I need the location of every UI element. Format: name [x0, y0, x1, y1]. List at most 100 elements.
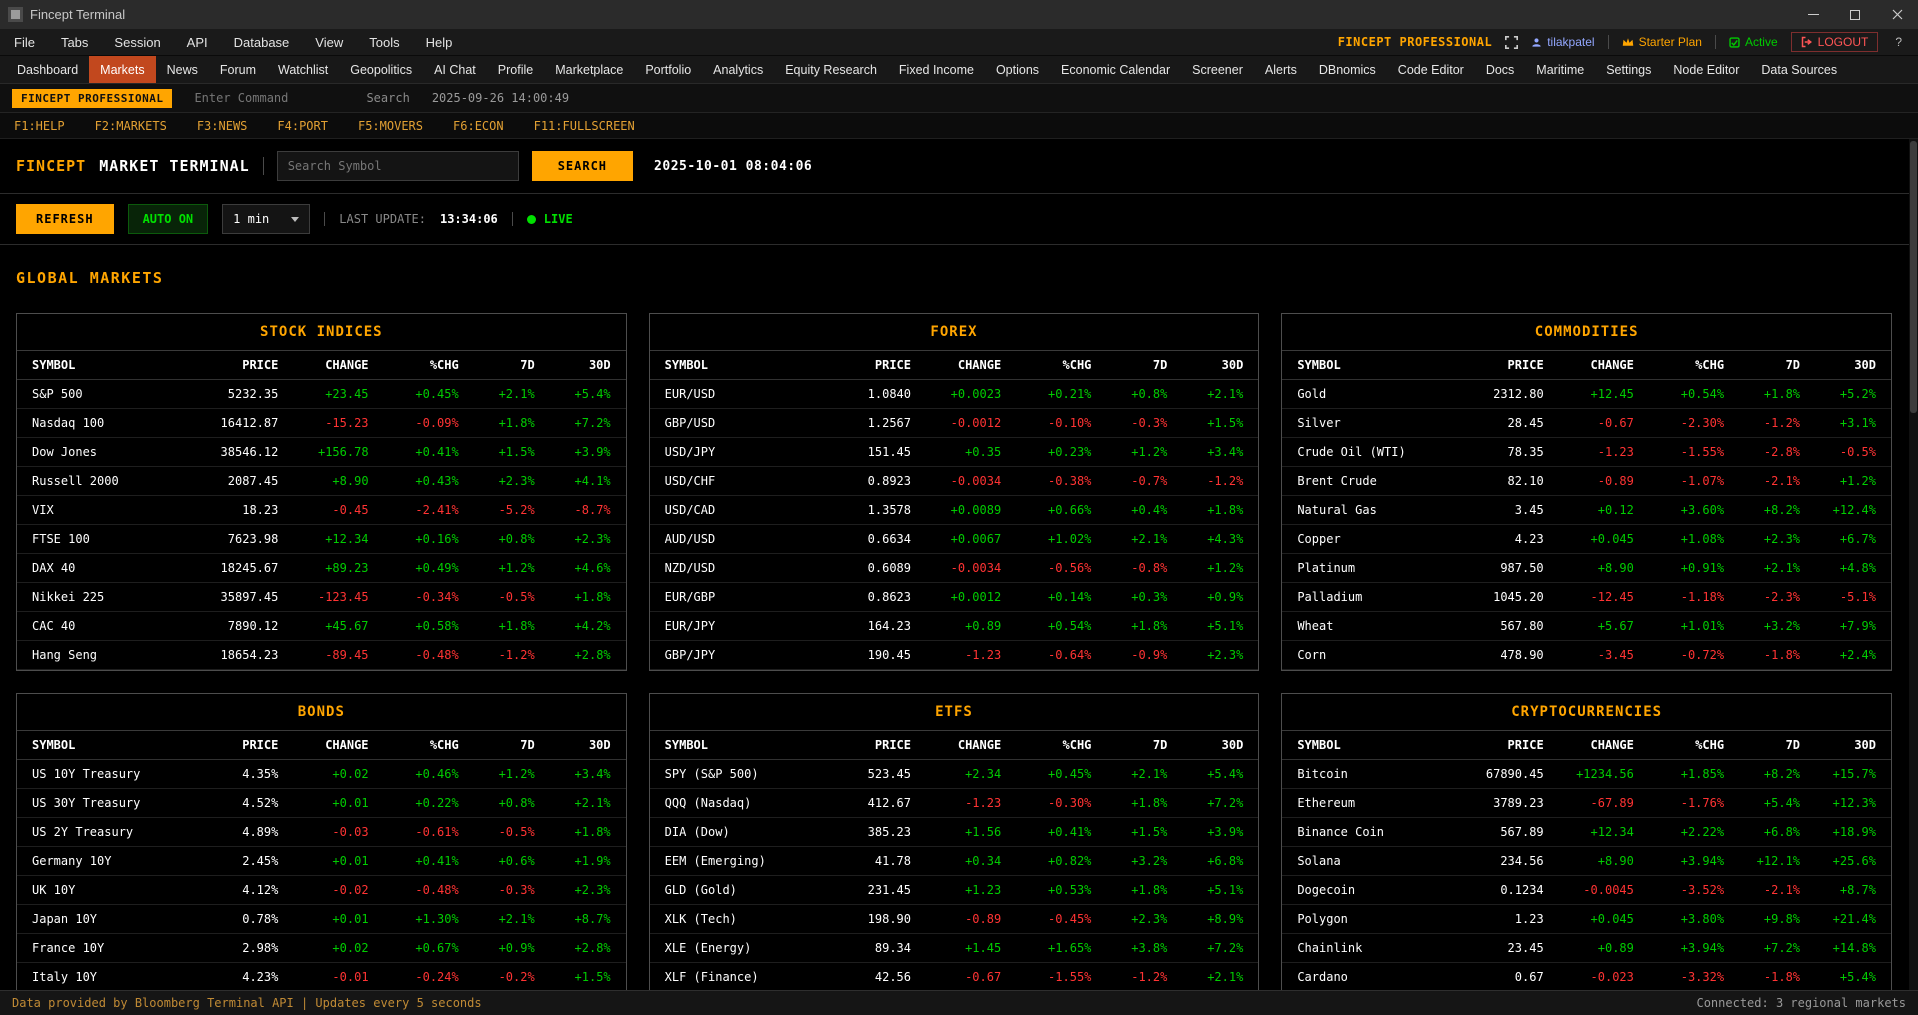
table-row[interactable]: Wheat567.80+5.67+1.01%+3.2%+7.9%: [1282, 612, 1891, 641]
table-row[interactable]: Chainlink23.45+0.89+3.94%+7.2%+14.8%: [1282, 934, 1891, 963]
table-row[interactable]: DAX 4018245.67+89.23+0.49%+1.2%+4.6%: [17, 554, 626, 583]
table-row[interactable]: Gold2312.80+12.45+0.54%+1.8%+5.2%: [1282, 380, 1891, 409]
table-row[interactable]: XLE (Energy)89.34+1.45+1.65%+3.8%+7.2%: [650, 934, 1259, 963]
table-row[interactable]: FTSE 1007623.98+12.34+0.16%+0.8%+2.3%: [17, 525, 626, 554]
table-row[interactable]: XLF (Finance)42.56-0.67-1.55%-1.2%+2.1%: [650, 963, 1259, 990]
table-row[interactable]: Bitcoin67890.45+1234.56+1.85%+8.2%+15.7%: [1282, 760, 1891, 789]
table-row[interactable]: QQQ (Nasdaq)412.67-1.23-0.30%+1.8%+7.2%: [650, 789, 1259, 818]
tab-screener[interactable]: Screener: [1181, 56, 1254, 83]
tab-docs[interactable]: Docs: [1475, 56, 1525, 83]
tab-marketplace[interactable]: Marketplace: [544, 56, 634, 83]
tab-data-sources[interactable]: Data Sources: [1750, 56, 1848, 83]
function-key-f1[interactable]: F1:HELP: [14, 119, 65, 133]
table-row[interactable]: Hang Seng18654.23-89.45-0.48%-1.2%+2.8%: [17, 641, 626, 670]
table-row[interactable]: Binance Coin567.89+12.34+2.22%+6.8%+18.9…: [1282, 818, 1891, 847]
interval-select[interactable]: 1 min: [222, 204, 310, 234]
menu-session[interactable]: Session: [101, 29, 173, 56]
logout-button[interactable]: LOGOUT: [1791, 32, 1879, 52]
tab-profile[interactable]: Profile: [487, 56, 544, 83]
help-icon[interactable]: ?: [1891, 35, 1906, 49]
table-row[interactable]: Dow Jones38546.12+156.78+0.41%+1.5%+3.9%: [17, 438, 626, 467]
tab-analytics[interactable]: Analytics: [702, 56, 774, 83]
table-row[interactable]: Brent Crude82.10-0.89-1.07%-2.1%+1.2%: [1282, 467, 1891, 496]
table-row[interactable]: EEM (Emerging)41.78+0.34+0.82%+3.2%+6.8%: [650, 847, 1259, 876]
table-row[interactable]: US 10Y Treasury4.35%+0.02+0.46%+1.2%+3.4…: [17, 760, 626, 789]
tab-watchlist[interactable]: Watchlist: [267, 56, 339, 83]
maximize-icon[interactable]: [1834, 0, 1876, 29]
table-row[interactable]: NZD/USD0.6089-0.0034-0.56%-0.8%+1.2%: [650, 554, 1259, 583]
function-key-f11[interactable]: F11:FULLSCREEN: [534, 119, 635, 133]
tab-markets[interactable]: Markets: [89, 56, 155, 83]
table-row[interactable]: SPY (S&P 500)523.45+2.34+0.45%+2.1%+5.4%: [650, 760, 1259, 789]
table-row[interactable]: Germany 10Y2.45%+0.01+0.41%+0.6%+1.9%: [17, 847, 626, 876]
tab-equity-research[interactable]: Equity Research: [774, 56, 888, 83]
tab-news[interactable]: News: [156, 56, 209, 83]
table-row[interactable]: EUR/USD1.0840+0.0023+0.21%+0.8%+2.1%: [650, 380, 1259, 409]
fullscreen-icon[interactable]: [1505, 36, 1518, 49]
table-row[interactable]: EUR/GBP0.8623+0.0012+0.14%+0.3%+0.9%: [650, 583, 1259, 612]
command-input[interactable]: [194, 91, 344, 105]
function-key-f6[interactable]: F6:ECON: [453, 119, 504, 133]
tab-dbnomics[interactable]: DBnomics: [1308, 56, 1387, 83]
menu-help[interactable]: Help: [413, 29, 466, 56]
table-row[interactable]: EUR/JPY164.23+0.89+0.54%+1.8%+5.1%: [650, 612, 1259, 641]
auto-refresh-toggle[interactable]: AUTO ON: [128, 204, 209, 234]
table-row[interactable]: CAC 407890.12+45.67+0.58%+1.8%+4.2%: [17, 612, 626, 641]
table-row[interactable]: UK 10Y4.12%-0.02-0.48%-0.3%+2.3%: [17, 876, 626, 905]
table-row[interactable]: Polygon1.23+0.045+3.80%+9.8%+21.4%: [1282, 905, 1891, 934]
table-row[interactable]: XLK (Tech)198.90-0.89-0.45%+2.3%+8.9%: [650, 905, 1259, 934]
tab-settings[interactable]: Settings: [1595, 56, 1662, 83]
function-key-f2[interactable]: F2:MARKETS: [95, 119, 167, 133]
refresh-button[interactable]: REFRESH: [16, 204, 114, 234]
menu-view[interactable]: View: [302, 29, 356, 56]
table-row[interactable]: Cardano0.67-0.023-3.32%-1.8%+5.4%: [1282, 963, 1891, 990]
table-row[interactable]: USD/JPY151.45+0.35+0.23%+1.2%+3.4%: [650, 438, 1259, 467]
table-row[interactable]: Ethereum3789.23-67.89-1.76%+5.4%+12.3%: [1282, 789, 1891, 818]
menu-file[interactable]: File: [12, 29, 48, 56]
table-row[interactable]: GLD (Gold)231.45+1.23+0.53%+1.8%+5.1%: [650, 876, 1259, 905]
table-row[interactable]: Nikkei 22535897.45-123.45-0.34%-0.5%+1.8…: [17, 583, 626, 612]
tab-alerts[interactable]: Alerts: [1254, 56, 1308, 83]
table-row[interactable]: Platinum987.50+8.90+0.91%+2.1%+4.8%: [1282, 554, 1891, 583]
table-row[interactable]: Palladium1045.20-12.45-1.18%-2.3%-5.1%: [1282, 583, 1891, 612]
table-row[interactable]: DIA (Dow)385.23+1.56+0.41%+1.5%+3.9%: [650, 818, 1259, 847]
tab-options[interactable]: Options: [985, 56, 1050, 83]
search-button[interactable]: SEARCH: [532, 151, 633, 181]
table-row[interactable]: GBP/JPY190.45-1.23-0.64%-0.9%+2.3%: [650, 641, 1259, 670]
scrollbar-thumb[interactable]: [1910, 141, 1917, 413]
table-row[interactable]: Copper4.23+0.045+1.08%+2.3%+6.7%: [1282, 525, 1891, 554]
tab-economic-calendar[interactable]: Economic Calendar: [1050, 56, 1181, 83]
table-row[interactable]: Japan 10Y0.78%+0.01+1.30%+2.1%+8.7%: [17, 905, 626, 934]
tab-node-editor[interactable]: Node Editor: [1662, 56, 1750, 83]
table-row[interactable]: Crude Oil (WTI)78.35-1.23-1.55%-2.8%-0.5…: [1282, 438, 1891, 467]
menu-tools[interactable]: Tools: [356, 29, 412, 56]
tab-geopolitics[interactable]: Geopolitics: [339, 56, 423, 83]
tab-forum[interactable]: Forum: [209, 56, 267, 83]
scrollbar[interactable]: [1909, 139, 1918, 990]
tab-dashboard[interactable]: Dashboard: [6, 56, 89, 83]
table-row[interactable]: GBP/USD1.2567-0.0012-0.10%-0.3%+1.5%: [650, 409, 1259, 438]
table-row[interactable]: Italy 10Y4.23%-0.01-0.24%-0.2%+1.5%: [17, 963, 626, 990]
table-row[interactable]: Corn478.90-3.45-0.72%-1.8%+2.4%: [1282, 641, 1891, 670]
table-row[interactable]: VIX18.23-0.45-2.41%-5.2%-8.7%: [17, 496, 626, 525]
table-row[interactable]: Dogecoin0.1234-0.0045-3.52%-2.1%+8.7%: [1282, 876, 1891, 905]
tab-portfolio[interactable]: Portfolio: [634, 56, 702, 83]
table-row[interactable]: Solana234.56+8.90+3.94%+12.1%+25.6%: [1282, 847, 1891, 876]
minimize-icon[interactable]: [1792, 0, 1834, 29]
table-row[interactable]: Natural Gas3.45+0.12+3.60%+8.2%+12.4%: [1282, 496, 1891, 525]
function-key-f5[interactable]: F5:MOVERS: [358, 119, 423, 133]
menu-api[interactable]: API: [174, 29, 221, 56]
table-row[interactable]: Russell 20002087.45+8.90+0.43%+2.3%+4.1%: [17, 467, 626, 496]
table-row[interactable]: AUD/USD0.6634+0.0067+1.02%+2.1%+4.3%: [650, 525, 1259, 554]
table-row[interactable]: USD/CAD1.3578+0.0089+0.66%+0.4%+1.8%: [650, 496, 1259, 525]
command-search-button[interactable]: Search: [366, 91, 409, 105]
menu-database[interactable]: Database: [221, 29, 303, 56]
table-row[interactable]: Nasdaq 10016412.87-15.23-0.09%+1.8%+7.2%: [17, 409, 626, 438]
menu-tabs[interactable]: Tabs: [48, 29, 101, 56]
table-row[interactable]: USD/CHF0.8923-0.0034-0.38%-0.7%-1.2%: [650, 467, 1259, 496]
tab-ai-chat[interactable]: AI Chat: [423, 56, 487, 83]
close-icon[interactable]: [1876, 0, 1918, 29]
tab-maritime[interactable]: Maritime: [1525, 56, 1595, 83]
table-row[interactable]: S&P 5005232.35+23.45+0.45%+2.1%+5.4%: [17, 380, 626, 409]
table-row[interactable]: Silver28.45-0.67-2.30%-1.2%+3.1%: [1282, 409, 1891, 438]
